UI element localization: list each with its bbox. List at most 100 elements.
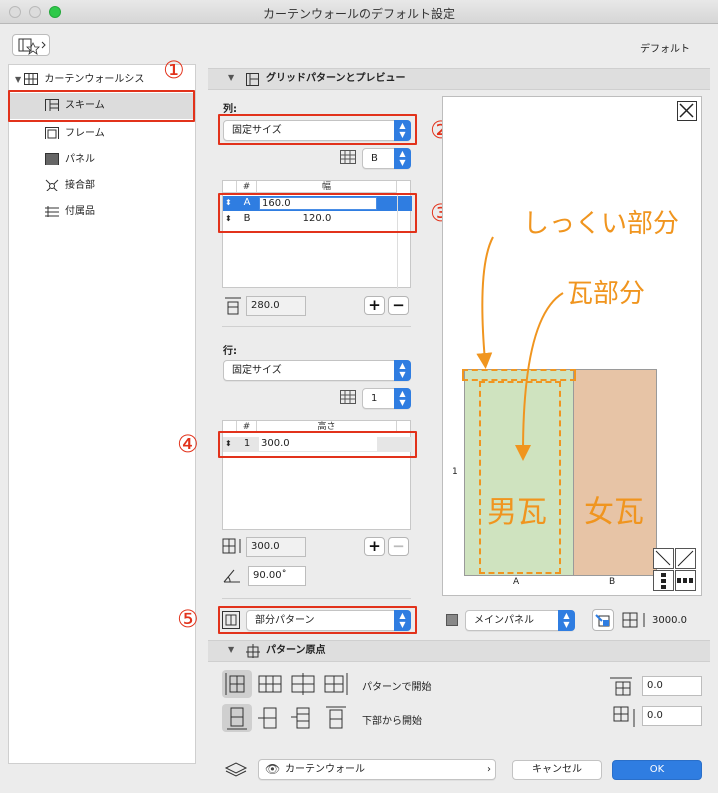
sidebar-item-junction[interactable]: 接合部	[45, 175, 95, 197]
origin-center2-icon	[291, 707, 310, 729]
sidebar-item-label: パネル	[65, 154, 95, 165]
origin-start-center-button[interactable]	[255, 670, 285, 698]
column-select-value: B	[371, 153, 378, 164]
origin-left-icon	[225, 673, 245, 695]
accessory-icon	[45, 206, 59, 217]
offset-x-icon	[610, 677, 632, 696]
height-value: 3000.0	[652, 615, 687, 626]
eye-icon: 👁	[265, 762, 281, 776]
row-select[interactable]: 1 ▲ ▼	[362, 388, 411, 409]
origin-start-middle-button[interactable]	[288, 670, 318, 698]
preview-canvas[interactable]: 1 A B しっくい部分 瓦部分 男瓦 女瓦	[442, 96, 702, 596]
favorites-icon	[18, 38, 46, 55]
total-height-icon	[222, 538, 241, 554]
sidebar-root-curtain-wall[interactable]: ▼ カーテンウォールシス	[15, 69, 144, 91]
sidebar-item-label: フレーム	[65, 128, 105, 139]
sidebar-item-frame[interactable]: フレーム	[45, 123, 105, 145]
origin-bottom-button[interactable]	[222, 704, 252, 732]
total-height-field: 300.0	[246, 537, 306, 557]
origin-mid-button[interactable]	[255, 704, 285, 732]
origin-start-left-button[interactable]	[222, 670, 252, 698]
add-row-button[interactable]: +	[364, 537, 385, 556]
column-table-header-spacer	[223, 181, 237, 193]
origin-center2-button[interactable]	[288, 704, 318, 732]
angle-icon	[223, 569, 240, 583]
origin-bottom-icon	[227, 707, 247, 730]
origin-section-header[interactable]: ▼ パターン原点	[208, 640, 710, 662]
chevron-updown-icon: ▲ ▼	[394, 148, 411, 169]
marker-1: ①	[163, 56, 185, 84]
column-table-header-width: 幅	[257, 181, 397, 193]
start-pattern-label: パターンで開始	[362, 682, 432, 693]
marker-4: ④	[177, 430, 199, 458]
total-width-field: 280.0	[246, 296, 306, 316]
remove-column-button[interactable]: −	[388, 296, 409, 315]
view-mode-icons	[653, 548, 696, 591]
chevron-updown-icon: ▲ ▼	[394, 388, 411, 409]
sidebar-item-label: 付属品	[65, 206, 95, 217]
sidebar-item-panel[interactable]: パネル	[45, 149, 95, 171]
grid-pattern-icon	[246, 73, 259, 86]
layer-select-value: カーテンウォール	[285, 764, 365, 775]
sidebar-item-label: 接合部	[65, 180, 95, 191]
add-column-button[interactable]: +	[364, 296, 385, 315]
row-grid-icon	[340, 390, 356, 404]
remove-row-button[interactable]: −	[388, 537, 409, 556]
highlight-box-1	[8, 90, 195, 122]
curtain-wall-icon	[24, 73, 39, 85]
total-width-icon	[225, 297, 241, 315]
highlight-box-4	[218, 431, 417, 458]
origin-middle-icon	[291, 673, 315, 695]
chevron-updown-icon: ▲ ▼	[394, 360, 411, 381]
sidebar-item-accessory[interactable]: 付属品	[45, 201, 95, 223]
divider	[222, 326, 411, 327]
grid-section-header[interactable]: ▼ グリッドパターンとプレビュー	[208, 68, 710, 90]
origin-section-title: パターン原点	[266, 645, 326, 656]
favorites-button[interactable]	[12, 34, 50, 56]
ok-button[interactable]: OK	[612, 760, 702, 780]
origin-top-icon	[326, 706, 346, 729]
column-select[interactable]: B ▲ ▼	[362, 148, 411, 169]
annotation-arrows	[476, 236, 564, 461]
collapse-triangle-icon[interactable]: ▼	[228, 73, 234, 82]
divider	[222, 598, 411, 599]
window-title: カーテンウォールのデフォルト設定	[262, 7, 455, 21]
panel-assign-button[interactable]	[592, 609, 614, 631]
origin-start-right-button[interactable]	[321, 670, 351, 698]
chevron-updown-icon: ▲ ▼	[558, 610, 575, 631]
column-label: 列:	[223, 104, 237, 115]
collapse-triangle-icon[interactable]: ▼	[228, 645, 234, 654]
panel-icon	[45, 153, 59, 165]
default-label: デフォルト	[640, 44, 690, 55]
angle-field[interactable]: 90.00˚	[248, 566, 306, 586]
start-bottom-label: 下部から開始	[362, 716, 422, 727]
column-grid-icon	[340, 150, 356, 164]
cancel-button[interactable]: キャンセル	[512, 760, 602, 780]
row-select-value: 1	[371, 393, 378, 404]
highlight-box-5	[218, 606, 417, 634]
layer-icon	[224, 762, 248, 777]
origin-right-icon	[324, 673, 348, 695]
offset-y-field[interactable]: 0.0	[642, 706, 702, 726]
origin-icon	[246, 644, 260, 658]
height-icon	[622, 612, 645, 628]
origin-top-button[interactable]	[321, 704, 351, 732]
row-label: 行:	[223, 346, 237, 357]
view-mode-buttons[interactable]	[653, 548, 697, 592]
highlight-box-3	[218, 193, 417, 233]
chevron-right-icon: ›	[487, 764, 491, 775]
row-mode-select[interactable]: 固定サイズ ▲ ▼	[223, 360, 411, 381]
sidebar-root-label: カーテンウォールシス	[44, 74, 145, 85]
highlight-box-2	[218, 114, 417, 145]
origin-center-icon	[258, 675, 282, 693]
offset-x-field[interactable]: 0.0	[642, 676, 702, 696]
row-mode-value: 固定サイズ	[232, 365, 282, 376]
offset-y-icon	[613, 706, 635, 727]
column-table-header-id: #	[237, 181, 257, 193]
panel-select[interactable]: メインパネル ▲ ▼	[465, 610, 575, 631]
frame-icon	[45, 127, 59, 139]
panel-swatch-icon	[446, 614, 458, 626]
layer-select[interactable]: 👁 カーテンウォール ›	[258, 759, 496, 780]
disclosure-triangle-icon[interactable]: ▼	[15, 75, 21, 84]
marker-5: ⑤	[177, 605, 199, 633]
